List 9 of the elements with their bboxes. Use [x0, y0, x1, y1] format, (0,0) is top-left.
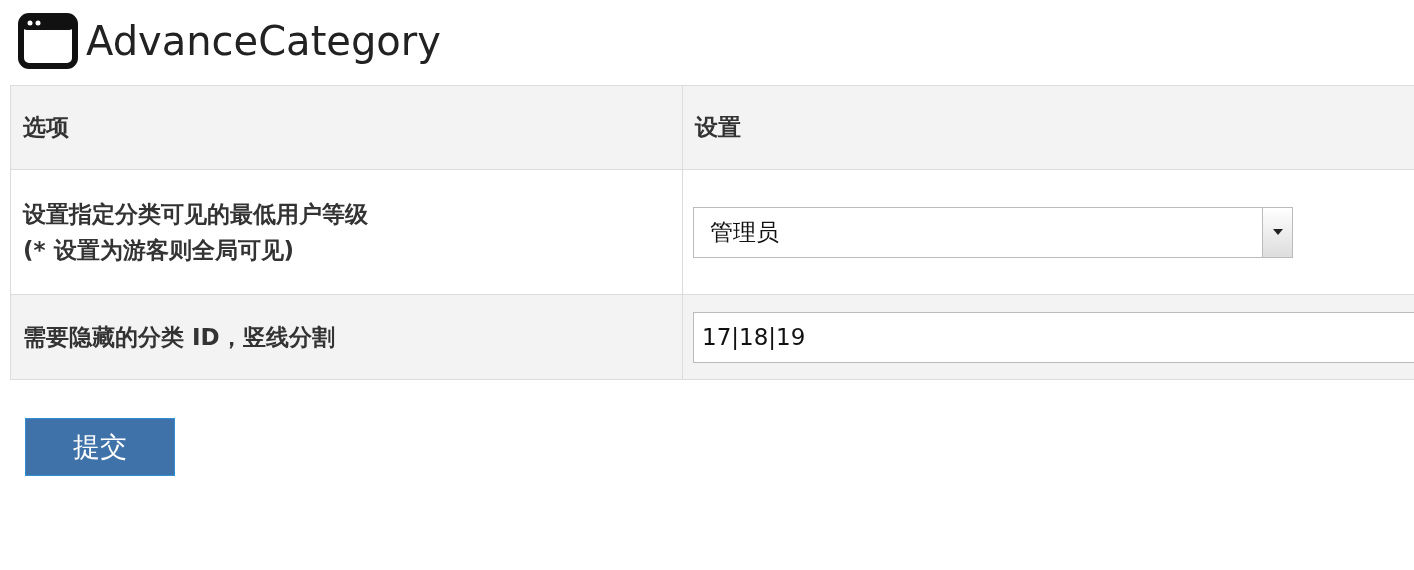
input-field[interactable]: 17|18|19 [693, 311, 1414, 363]
window-icon [18, 13, 78, 69]
option-label: 需要隐藏的分类 ID，竖线分割 [23, 323, 335, 352]
option-label: 设置指定分类可见的最低用户等级 (* 设置为游客则全局可见) [23, 200, 368, 265]
level-dropdown[interactable]: 管理员 [693, 206, 1293, 258]
column-header: 设置 [695, 113, 741, 143]
caret-icon [1272, 229, 1283, 235]
submit-button[interactable]: 提交 [25, 418, 175, 476]
column-header: 选项 [23, 113, 69, 143]
